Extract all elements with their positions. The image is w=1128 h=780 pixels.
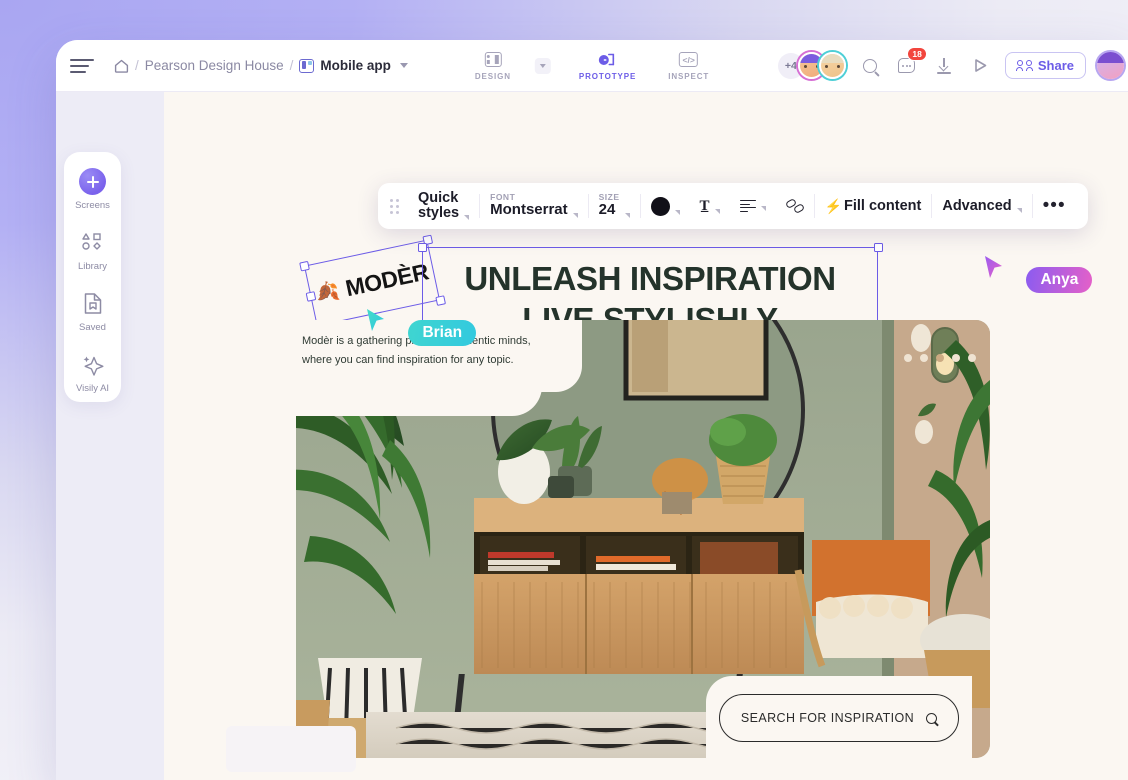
text-format-button[interactable]: T̲ bbox=[690, 198, 730, 215]
sidebar-item-visily-ai[interactable]: Visily AI bbox=[64, 351, 121, 394]
sidebar-item-saved-label: Saved bbox=[79, 322, 106, 333]
sidebar-item-screens[interactable]: Screens bbox=[64, 168, 121, 211]
cursor-anya: Anya bbox=[982, 254, 1093, 293]
mode-tabs: DESIGN PROTOTYPE </> INSPECT bbox=[471, 49, 713, 83]
left-sidebar: Screens Library Saved Visily AI bbox=[64, 152, 121, 402]
search-for-inspiration-button[interactable]: SEARCH FOR INSPIRATION bbox=[719, 694, 959, 742]
link-button[interactable] bbox=[776, 197, 814, 215]
text-align-button[interactable] bbox=[730, 200, 776, 212]
share-button[interactable]: Share bbox=[1004, 52, 1086, 79]
shapes-library-icon bbox=[79, 229, 106, 256]
sidebar-item-visily-ai-label: Visily AI bbox=[75, 383, 110, 394]
font-value: Montserrat bbox=[490, 201, 568, 219]
search-icon[interactable] bbox=[857, 53, 883, 79]
design-panel-icon bbox=[483, 51, 503, 69]
tab-inspect[interactable]: </> INSPECT bbox=[664, 49, 713, 83]
search-icon-canvas bbox=[926, 712, 938, 724]
search-card: SEARCH FOR INSPIRATION bbox=[706, 676, 972, 758]
search-button-label: SEARCH FOR INSPIRATION bbox=[740, 711, 915, 725]
people-share-icon bbox=[1015, 60, 1033, 71]
link-icon bbox=[784, 197, 805, 215]
hamburger-menu-icon[interactable] bbox=[70, 55, 96, 77]
sidebar-item-saved[interactable]: Saved bbox=[64, 290, 121, 333]
breadcrumb-project[interactable]: Pearson Design House bbox=[145, 58, 284, 73]
resize-handle-ml[interactable] bbox=[305, 290, 316, 302]
drag-handle-icon[interactable] bbox=[390, 198, 399, 214]
sidebar-item-library[interactable]: Library bbox=[64, 229, 121, 272]
size-caret-icon bbox=[624, 213, 630, 219]
tab-inspect-label: INSPECT bbox=[668, 71, 710, 81]
advanced-label: Advanced bbox=[942, 198, 1012, 214]
home-icon[interactable] bbox=[114, 59, 129, 73]
play-present-icon[interactable] bbox=[968, 53, 994, 79]
align-caret-icon bbox=[760, 206, 766, 211]
ai-sparkle-icon bbox=[79, 351, 106, 378]
cursor-brian-label: Brian bbox=[408, 320, 477, 346]
cursor-anya-label: Anya bbox=[1026, 267, 1093, 293]
app-header: / Pearson Design House / Mobile app DESI… bbox=[56, 40, 1128, 92]
font-size-dropdown[interactable]: SIZE 24 bbox=[589, 192, 640, 219]
header-actions: +4 18 Share bbox=[777, 46, 1128, 79]
comment-count-badge: 18 bbox=[907, 46, 927, 62]
breadcrumb-separator-2: / bbox=[289, 58, 294, 73]
quick-styles-caret-icon bbox=[464, 215, 470, 221]
collaborator-avatars: +4 bbox=[777, 52, 846, 79]
sidebar-item-screens-label: Screens bbox=[75, 200, 110, 211]
quick-styles-line-1: Quick bbox=[418, 189, 459, 206]
cursor-pointer-icon-anya bbox=[985, 256, 1002, 278]
breadcrumb-file[interactable]: Mobile app bbox=[320, 58, 391, 73]
app-window: / Pearson Design House / Mobile app DESI… bbox=[56, 40, 1128, 780]
fill-content-label: Fill content bbox=[844, 198, 922, 214]
property-toolbar: Quick styles FONT Montserrat SIZE 24 T̲ … bbox=[378, 183, 1088, 229]
advanced-dropdown[interactable]: Advanced bbox=[932, 198, 1031, 214]
more-options-button[interactable]: ••• bbox=[1033, 195, 1076, 217]
tab-prototype-label: PROTOTYPE bbox=[578, 71, 637, 81]
text-align-icon bbox=[739, 200, 756, 212]
font-family-dropdown[interactable]: FONT Montserrat bbox=[480, 192, 588, 219]
breadcrumb: / Pearson Design House / Mobile app bbox=[114, 58, 408, 73]
quick-styles-line-2: styles bbox=[418, 205, 460, 221]
tab-prototype[interactable]: PROTOTYPE bbox=[575, 49, 640, 83]
color-swatch-icon bbox=[650, 196, 670, 216]
avatar-current-user[interactable] bbox=[1097, 52, 1124, 79]
size-value: 24 bbox=[598, 201, 616, 219]
color-caret-icon bbox=[674, 209, 680, 215]
resize-handle-tl[interactable] bbox=[298, 260, 310, 272]
avatar-collaborator-2[interactable] bbox=[818, 52, 846, 79]
text-color-picker[interactable] bbox=[641, 196, 690, 216]
font-caret-icon bbox=[572, 213, 578, 219]
plus-circle-icon bbox=[79, 168, 106, 195]
tab-design[interactable]: DESIGN bbox=[471, 49, 515, 83]
fill-content-button[interactable]: ⚡ Fill content bbox=[815, 198, 932, 215]
quick-styles-dropdown[interactable]: Quick styles bbox=[408, 189, 479, 222]
format-caret-icon bbox=[714, 208, 720, 214]
canvas-placeholder-block bbox=[226, 726, 356, 772]
file-thumbnail-icon bbox=[299, 58, 315, 73]
breadcrumb-separator-1: / bbox=[135, 58, 139, 73]
code-inspect-icon: </> bbox=[679, 51, 699, 69]
tab-design-label: DESIGN bbox=[474, 71, 511, 81]
more-options-icon: ••• bbox=[1042, 195, 1066, 217]
prototype-flow-icon bbox=[598, 51, 618, 69]
headline-handle-tr[interactable] bbox=[873, 242, 883, 252]
comment-bubble-icon[interactable]: 18 bbox=[894, 46, 927, 79]
advanced-caret-icon bbox=[1016, 208, 1022, 213]
cursor-brian: Brian bbox=[364, 307, 477, 346]
lightning-bolt-icon: ⚡ bbox=[824, 197, 842, 214]
text-format-icon: T̲ bbox=[699, 197, 710, 214]
design-dropdown-icon[interactable] bbox=[534, 57, 551, 74]
cursor-pointer-icon bbox=[367, 309, 384, 331]
download-icon[interactable] bbox=[931, 53, 957, 79]
share-button-label: Share bbox=[1037, 58, 1074, 73]
editor-body: Screens Library Saved Visily AI 🍂 MODÈR … bbox=[56, 92, 1128, 780]
saved-document-icon bbox=[79, 290, 106, 317]
sidebar-item-library-label: Library bbox=[77, 261, 108, 272]
chevron-down-icon[interactable] bbox=[399, 63, 408, 68]
headline-handle-tl[interactable] bbox=[417, 242, 427, 252]
